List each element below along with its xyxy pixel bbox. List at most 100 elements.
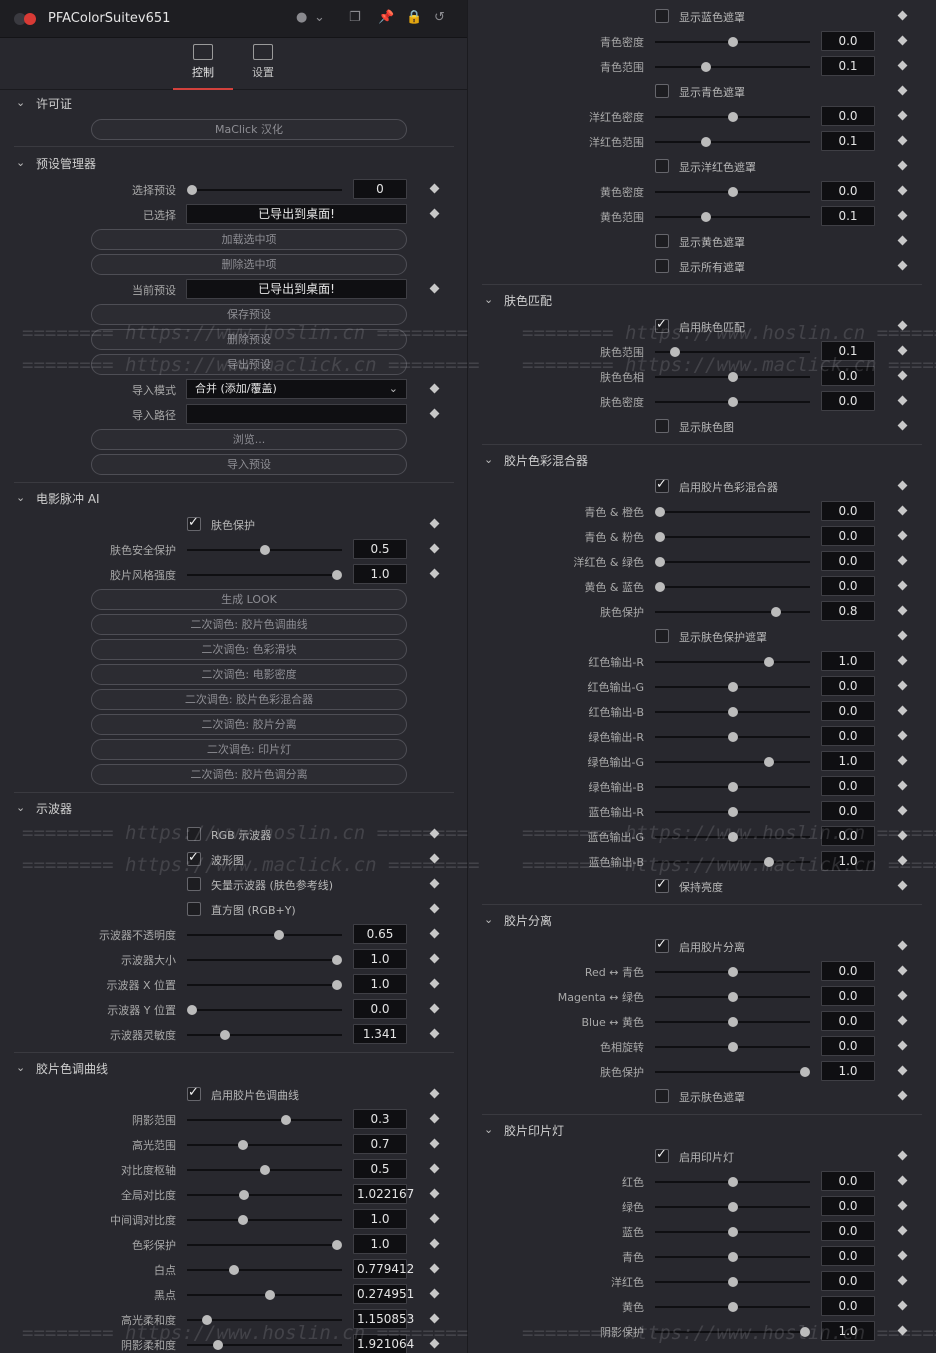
printer-enable-checkbox[interactable] [655, 1147, 669, 1163]
blue-out-b-knob[interactable] [763, 857, 774, 867]
green-out-g-knob[interactable] [763, 757, 774, 767]
keyframe-icon[interactable] [429, 518, 440, 529]
keyframe-icon[interactable] [897, 60, 908, 71]
tab-controls[interactable]: 控制 [173, 38, 233, 90]
keyframe-icon[interactable] [429, 1088, 440, 1099]
blue-out-r-knob[interactable] [727, 807, 738, 817]
keyframe-icon[interactable] [429, 283, 440, 294]
green-out-r-value[interactable]: 0.0 [821, 726, 875, 746]
color-protect-value[interactable]: 1.0 [353, 1234, 407, 1254]
printer-green-knob[interactable] [727, 1202, 738, 1212]
histogram-checkbox[interactable] [187, 902, 201, 916]
green-out-g-value[interactable]: 1.0 [821, 751, 875, 771]
cyan-pink-track[interactable] [655, 536, 810, 538]
separation-enable-checkbox[interactable] [655, 937, 669, 953]
keyframe-icon[interactable] [897, 965, 908, 976]
grade-printer-button[interactable]: 二次调色: 印片灯 [91, 739, 407, 760]
keyframe-icon[interactable] [429, 953, 440, 964]
keyframe-icon[interactable] [897, 730, 908, 741]
keyframe-icon[interactable] [429, 383, 440, 394]
contrast-pivot-knob[interactable] [259, 1165, 270, 1175]
keyframe-icon[interactable] [897, 1040, 908, 1051]
load-selected-button[interactable]: 加载选中项 [91, 229, 407, 250]
mixer-skin-protect-knob[interactable] [771, 607, 781, 617]
magenta-density-value[interactable]: 0.0 [821, 106, 875, 126]
white-point-value[interactable]: 0.779412 [353, 1259, 414, 1279]
keyframe-icon[interactable] [897, 630, 908, 641]
scope-y-track[interactable] [187, 1009, 342, 1011]
keyframe-icon[interactable] [429, 183, 440, 194]
keyframe-icon[interactable] [429, 1263, 440, 1274]
scope-opacity-track[interactable] [187, 934, 342, 936]
magenta-green-sep-knob[interactable] [727, 992, 738, 1002]
keyframe-icon[interactable] [429, 1138, 440, 1149]
keyframe-icon[interactable] [897, 160, 908, 171]
keyframe-icon[interactable] [897, 580, 908, 591]
global-contrast-knob[interactable] [239, 1190, 250, 1200]
keep-luminance-checkbox[interactable] [655, 877, 669, 893]
cyan-density-value[interactable]: 0.0 [821, 31, 875, 51]
keyframe-icon[interactable] [897, 135, 908, 146]
keyframe-icon[interactable] [897, 345, 908, 356]
blue-yellow-value[interactable]: 0.0 [821, 1011, 875, 1031]
midtone-contrast-track[interactable] [187, 1219, 342, 1221]
generate-look-button[interactable]: 生成 LOOK [91, 589, 407, 610]
keyframe-icon[interactable] [897, 420, 908, 431]
keyframe-icon[interactable] [429, 903, 440, 914]
keyframe-icon[interactable] [429, 1338, 440, 1349]
printer-yellow-knob[interactable] [727, 1302, 738, 1312]
maclick-button[interactable]: MaClick 汉化 [91, 119, 407, 140]
scope-opacity-knob[interactable] [274, 930, 284, 940]
sep-skin-mask-checkbox[interactable] [655, 1089, 669, 1103]
keyframe-icon[interactable] [429, 1313, 440, 1324]
import-preset-button[interactable]: 导入预设 [91, 454, 407, 475]
keyframe-icon[interactable] [429, 878, 440, 889]
cyan-pink-knob[interactable] [655, 532, 665, 542]
keyframe-icon[interactable] [897, 855, 908, 866]
waveform-checkbox[interactable] [187, 850, 201, 866]
magenta-range-track[interactable] [655, 141, 810, 143]
keyframe-icon[interactable] [429, 828, 440, 839]
keyframe-icon[interactable] [897, 555, 908, 566]
hue-rotate-knob[interactable] [727, 1042, 738, 1052]
red-out-b-value[interactable]: 0.0 [821, 701, 875, 721]
yellow-mask-checkbox[interactable] [655, 234, 669, 248]
shadow-soft-track[interactable] [187, 1344, 342, 1346]
shadow-range-track[interactable] [187, 1119, 342, 1121]
select-preset-track[interactable] [187, 189, 342, 191]
highlight-range-track[interactable] [187, 1144, 342, 1146]
shadow-protect-value[interactable]: 1.0 [821, 1321, 875, 1341]
red-out-g-knob[interactable] [727, 682, 738, 692]
cyan-range-track[interactable] [655, 66, 810, 68]
shadow-soft-knob[interactable] [213, 1340, 224, 1350]
section-printer[interactable]: ⌄ 胶片印片灯 [482, 1118, 922, 1143]
keyframe-icon[interactable] [897, 1325, 908, 1336]
green-out-g-track[interactable] [655, 761, 810, 763]
scope-opacity-value[interactable]: 0.65 [353, 924, 407, 944]
printer-cyan-knob[interactable] [727, 1252, 738, 1262]
highlight-range-knob[interactable] [237, 1140, 248, 1150]
red-cyan-value[interactable]: 0.0 [821, 961, 875, 981]
highlight-soft-value[interactable]: 1.150853 [353, 1309, 414, 1329]
magenta-mask-checkbox[interactable] [655, 159, 669, 173]
yellow-range-track[interactable] [655, 216, 810, 218]
keyframe-icon[interactable] [897, 1275, 908, 1286]
skin-hue-knob[interactable] [727, 372, 738, 382]
delete-preset-button[interactable]: 删除预设 [91, 329, 407, 350]
scope-size-value[interactable]: 1.0 [353, 949, 407, 969]
reset-icon[interactable]: ↺ [434, 10, 445, 25]
scope-size-track[interactable] [187, 959, 342, 961]
section-sep[interactable]: ⌄ 胶片分离 [482, 908, 922, 933]
printer-magenta-value[interactable]: 0.0 [821, 1271, 875, 1291]
scope-x-track[interactable] [187, 984, 342, 986]
import-path-value[interactable] [186, 404, 407, 424]
midtone-contrast-knob[interactable] [237, 1215, 248, 1225]
cyan-density-knob[interactable] [727, 37, 738, 47]
keyframe-icon[interactable] [897, 655, 908, 666]
keyframe-icon[interactable] [897, 805, 908, 816]
printer-red-knob[interactable] [727, 1177, 738, 1187]
section-curve[interactable]: ⌄ 胶片色调曲线 [14, 1056, 454, 1081]
printer-yellow-value[interactable]: 0.0 [821, 1296, 875, 1316]
black-point-value[interactable]: 0.274951 [353, 1284, 414, 1304]
red-out-b-knob[interactable] [727, 707, 738, 717]
